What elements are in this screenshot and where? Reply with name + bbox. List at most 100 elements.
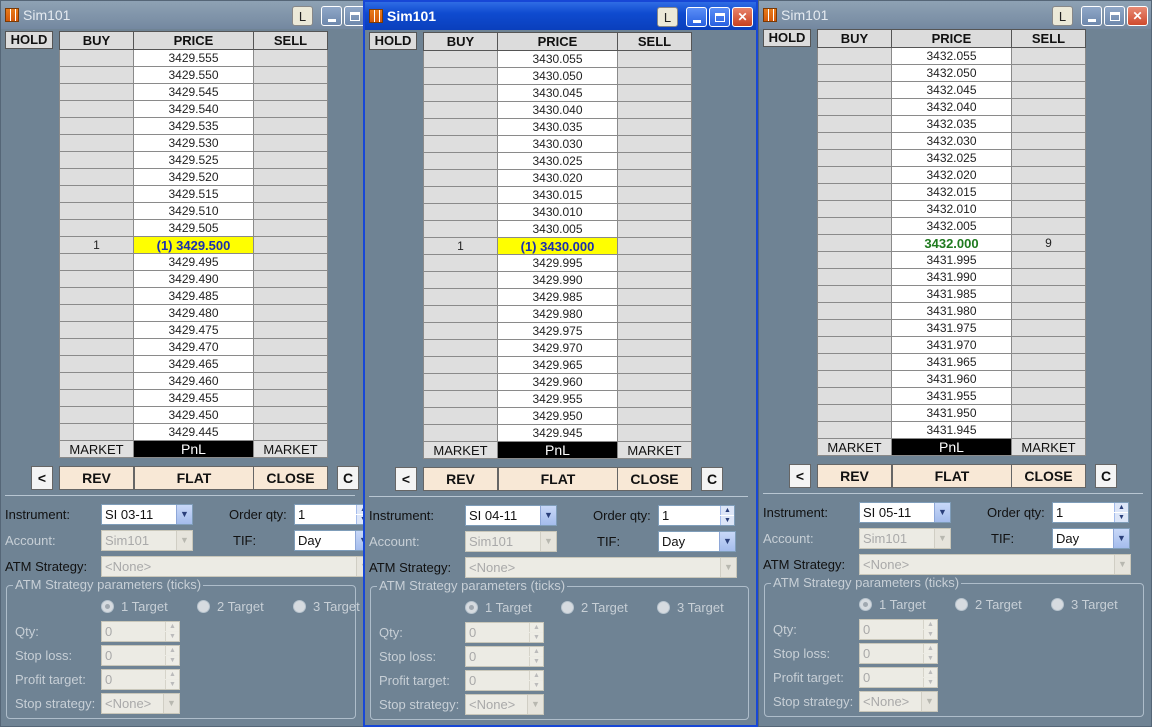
- spin-up-icon[interactable]: ▲: [1114, 503, 1128, 512]
- buy-cell[interactable]: [59, 219, 134, 237]
- buy-cell[interactable]: [59, 202, 134, 220]
- buy-cell[interactable]: [59, 372, 134, 390]
- sell-cell[interactable]: [253, 321, 328, 339]
- close-window-button[interactable]: ✕: [732, 7, 753, 27]
- chevron-down-icon[interactable]: ▼: [540, 506, 556, 525]
- center-button[interactable]: C: [337, 466, 359, 490]
- minimize-button[interactable]: [1081, 6, 1102, 26]
- flat-button[interactable]: FLAT: [134, 466, 254, 490]
- buy-cell[interactable]: [817, 217, 892, 235]
- sell-cell[interactable]: [1011, 98, 1086, 116]
- buy-cell[interactable]: [423, 271, 498, 289]
- buy-cell[interactable]: [59, 117, 134, 135]
- hold-button[interactable]: HOLD: [763, 29, 811, 47]
- buy-cell[interactable]: [423, 118, 498, 136]
- sell-cell[interactable]: [253, 134, 328, 152]
- maximize-button[interactable]: [344, 6, 363, 26]
- sell-cell[interactable]: [1011, 149, 1086, 167]
- account-select[interactable]: Sim101 ▼: [859, 528, 951, 549]
- atm-strategy-select[interactable]: <None> ▼: [859, 554, 1131, 575]
- buy-cell[interactable]: [59, 185, 134, 203]
- sell-cell[interactable]: [253, 219, 328, 237]
- sell-cell[interactable]: [617, 254, 692, 272]
- sell-cell[interactable]: [1011, 302, 1086, 320]
- sell-cell[interactable]: [253, 372, 328, 390]
- order-qty-stepper[interactable]: 1 ▲▼: [1052, 502, 1129, 523]
- stop-strategy-select[interactable]: <None> ▼: [465, 694, 544, 715]
- sell-cell[interactable]: [253, 389, 328, 407]
- account-select[interactable]: Sim101 ▼: [465, 531, 557, 552]
- buy-cell[interactable]: [59, 389, 134, 407]
- buy-cell[interactable]: [59, 83, 134, 101]
- pnl-toggle[interactable]: PnL: [891, 438, 1012, 456]
- flat-button[interactable]: FLAT: [498, 467, 618, 491]
- sell-cell[interactable]: [617, 339, 692, 357]
- maximize-button[interactable]: [709, 7, 730, 27]
- buy-cell[interactable]: [817, 98, 892, 116]
- sell-cell[interactable]: [253, 185, 328, 203]
- buy-cell[interactable]: [423, 322, 498, 340]
- sell-cell[interactable]: [617, 288, 692, 306]
- sell-cell[interactable]: [617, 84, 692, 102]
- target-3-radio[interactable]: [293, 600, 306, 613]
- buy-cell[interactable]: [817, 370, 892, 388]
- profit-target-stepper[interactable]: 0 ▲ ▼: [465, 670, 544, 691]
- sell-cell[interactable]: [1011, 217, 1086, 235]
- sell-market-button[interactable]: MARKET: [253, 440, 328, 458]
- target-2-radio[interactable]: [955, 598, 968, 611]
- buy-cell[interactable]: [59, 321, 134, 339]
- reverse-button[interactable]: REV: [423, 467, 498, 491]
- sell-cell[interactable]: [1011, 387, 1086, 405]
- buy-cell[interactable]: [817, 268, 892, 286]
- buy-cell[interactable]: [817, 251, 892, 269]
- sell-cell[interactable]: [617, 186, 692, 204]
- sell-cell[interactable]: [1011, 285, 1086, 303]
- buy-cell[interactable]: [423, 305, 498, 323]
- buy-cell[interactable]: [59, 338, 134, 356]
- buy-cell[interactable]: [817, 115, 892, 133]
- sell-cell[interactable]: [617, 152, 692, 170]
- sell-cell[interactable]: [253, 100, 328, 118]
- buy-cell[interactable]: [423, 203, 498, 221]
- maximize-button[interactable]: [1104, 6, 1125, 26]
- close-position-button[interactable]: CLOSE: [1011, 464, 1086, 488]
- stop-loss-stepper[interactable]: 0 ▲ ▼: [101, 645, 180, 666]
- close-window-button[interactable]: ✕: [1127, 6, 1148, 26]
- sell-cell[interactable]: [253, 49, 328, 67]
- center-button[interactable]: C: [1095, 464, 1117, 488]
- sell-cell[interactable]: [1011, 47, 1086, 65]
- instrument-select[interactable]: SI 03-11 ▼: [101, 504, 193, 525]
- sell-cell[interactable]: [253, 66, 328, 84]
- close-position-button[interactable]: CLOSE: [617, 467, 692, 491]
- target-2-radio[interactable]: [561, 601, 574, 614]
- instrument-select[interactable]: SI 04-11 ▼: [465, 505, 557, 526]
- buy-market-button[interactable]: MARKET: [59, 440, 134, 458]
- buy-cell[interactable]: [423, 390, 498, 408]
- buy-cell[interactable]: [59, 100, 134, 118]
- buy-cell[interactable]: [59, 287, 134, 305]
- sell-cell[interactable]: [617, 322, 692, 340]
- buy-cell[interactable]: [817, 183, 892, 201]
- buy-cell[interactable]: [423, 288, 498, 306]
- sell-cell[interactable]: [1011, 268, 1086, 286]
- sell-cell[interactable]: [253, 406, 328, 424]
- target-3-radio[interactable]: [657, 601, 670, 614]
- sell-cell[interactable]: [617, 118, 692, 136]
- sell-cell[interactable]: [617, 67, 692, 85]
- buy-cell[interactable]: [59, 134, 134, 152]
- order-qty-stepper[interactable]: 1 ▲▼: [658, 505, 735, 526]
- tif-select[interactable]: Day ▼: [658, 531, 736, 552]
- sell-cell[interactable]: [617, 169, 692, 187]
- buy-market-button[interactable]: MARKET: [817, 438, 892, 456]
- buy-cell[interactable]: [59, 406, 134, 424]
- buy-cell[interactable]: 1: [59, 236, 134, 254]
- title-bar[interactable]: Sim101 L: [1, 1, 363, 29]
- buy-cell[interactable]: [423, 424, 498, 442]
- sell-cell[interactable]: [253, 270, 328, 288]
- sell-cell[interactable]: [1011, 370, 1086, 388]
- title-bar[interactable]: Sim101 ✕ L: [759, 1, 1151, 29]
- sell-cell[interactable]: [253, 83, 328, 101]
- profit-target-stepper[interactable]: 0 ▲ ▼: [101, 669, 180, 690]
- buy-cell[interactable]: [817, 166, 892, 184]
- sell-cell[interactable]: [617, 50, 692, 68]
